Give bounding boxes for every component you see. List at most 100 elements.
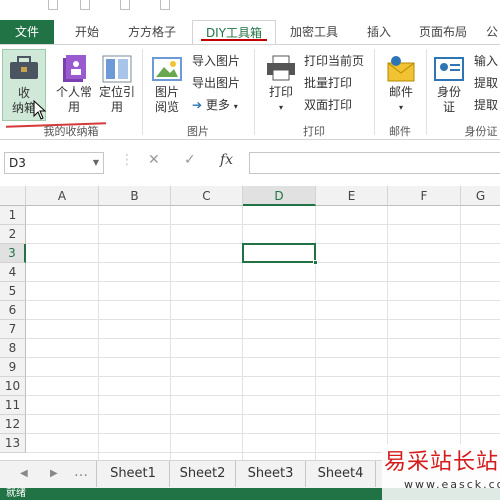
column-header[interactable]: C: [171, 186, 243, 206]
grid-line: [460, 206, 461, 460]
tab-formula[interactable]: 公: [484, 20, 500, 44]
locate-panel-icon: [102, 55, 132, 83]
row-header[interactable]: 2: [0, 225, 26, 244]
grid-line: [26, 414, 500, 415]
sheet-tab[interactable]: Sheet4: [306, 461, 376, 487]
chevron-down-icon: ▼: [92, 158, 99, 167]
scroll-left-icon[interactable]: ◀: [20, 468, 28, 479]
grid-line: [26, 376, 500, 377]
grid-line: [26, 224, 500, 225]
tab-diy-toolbox[interactable]: DIY工具箱: [192, 20, 276, 44]
select-all-corner[interactable]: [0, 186, 26, 206]
tab-file[interactable]: 文件: [0, 20, 54, 44]
personal-label-1: 个人常: [55, 85, 92, 99]
tab-fangfang[interactable]: 方方格子: [120, 20, 184, 44]
name-box-value: D3: [9, 156, 26, 170]
quick-access-toolbar: [0, 0, 500, 14]
tab-diy-label: DIY工具箱: [205, 26, 263, 40]
watermark: 易采站长站 www.easck.com: [382, 444, 500, 500]
row-header[interactable]: 6: [0, 301, 26, 320]
tab-page-layout[interactable]: 页面布局: [410, 20, 476, 44]
qat-button[interactable]: [48, 0, 58, 10]
qat-button[interactable]: [120, 0, 130, 10]
mail-button[interactable]: 邮件 ▾: [378, 49, 424, 121]
row-header[interactable]: 9: [0, 358, 26, 377]
mail-label: 邮件: [388, 85, 413, 99]
qat-button[interactable]: [160, 0, 170, 10]
column-header[interactable]: B: [99, 186, 171, 206]
cancel-icon[interactable]: ✕: [148, 152, 160, 168]
tab-home[interactable]: 开始: [62, 20, 112, 44]
extract-button-1[interactable]: 提取: [474, 73, 498, 93]
input-button[interactable]: 输入: [474, 51, 498, 71]
row-header[interactable]: 10: [0, 377, 26, 396]
personal-common-button[interactable]: 个人常 用: [52, 49, 96, 121]
mail-icon: [387, 56, 415, 82]
printer-icon: [267, 55, 295, 81]
formula-input[interactable]: [249, 152, 500, 174]
picture-label-1: 图片: [154, 85, 179, 99]
extract-button-2[interactable]: 提取: [474, 95, 498, 115]
row-header[interactable]: 13: [0, 434, 26, 453]
grid-line: [26, 433, 500, 434]
batch-print-button[interactable]: 批量打印: [304, 73, 352, 93]
group-label-print: 打印: [303, 125, 325, 138]
column-header[interactable]: F: [388, 186, 461, 206]
print-button[interactable]: 打印 ▾: [260, 49, 302, 121]
picture-browse-button[interactable]: 图片 阅览: [146, 49, 188, 121]
sheet-tab[interactable]: Sheet1: [96, 461, 170, 487]
row-header[interactable]: 5: [0, 282, 26, 301]
toolbox-icon: [10, 56, 38, 79]
tab-encrypt[interactable]: 加密工具: [282, 20, 346, 44]
tab-underline: [201, 39, 267, 41]
row-header[interactable]: 7: [0, 320, 26, 339]
group-label-picture: 图片: [187, 125, 209, 138]
scroll-right-icon[interactable]: ▶: [50, 468, 58, 479]
row-header[interactable]: 3: [0, 244, 26, 263]
active-cell[interactable]: [242, 243, 318, 265]
grid-line: [26, 357, 500, 358]
more-dots-icon[interactable]: …: [74, 464, 88, 480]
more-label: 更多: [205, 98, 230, 112]
group-label-idcard: 身份证: [464, 125, 498, 138]
idcard-button[interactable]: 身份 证: [430, 49, 468, 121]
confirm-icon[interactable]: ✓: [184, 152, 196, 168]
print-current-page-button[interactable]: 打印当前页: [304, 51, 364, 71]
watermark-url: www.easck.com: [404, 478, 500, 491]
sheet-tab[interactable]: Sheet2: [170, 461, 236, 487]
locate-reference-button[interactable]: 定位引 用: [96, 49, 138, 121]
group-separator: [426, 49, 427, 135]
column-header[interactable]: A: [26, 186, 99, 206]
name-box[interactable]: D3 ▼: [4, 152, 104, 174]
more-dots-icon: ⋮: [120, 152, 134, 168]
row-header[interactable]: 1: [0, 206, 26, 225]
sheet-tab[interactable]: Sheet3: [236, 461, 306, 487]
watermark-title: 易采站长站: [384, 450, 500, 475]
picture-label-2: 阅览: [154, 100, 179, 114]
row-header[interactable]: 12: [0, 415, 26, 434]
fill-handle[interactable]: [313, 260, 318, 265]
mouse-cursor-icon: [33, 100, 47, 120]
column-header[interactable]: G: [461, 186, 500, 206]
column-header[interactable]: E: [316, 186, 388, 206]
row-header[interactable]: 11: [0, 396, 26, 415]
duplex-print-button[interactable]: 双面打印: [304, 95, 352, 115]
more-button[interactable]: ➔ 更多 ▾: [192, 95, 238, 115]
row-header[interactable]: 4: [0, 263, 26, 282]
grid-line: [26, 281, 500, 282]
grid-line: [26, 395, 500, 396]
row-header[interactable]: 8: [0, 339, 26, 358]
spreadsheet-grid: ABCDEFG 1 2 3 4 5 6 7 8 9 10 11 12 13: [0, 186, 500, 460]
chevron-down-icon: ▾: [398, 103, 403, 112]
grid-line: [26, 300, 500, 301]
idcard-icon: [434, 57, 464, 81]
tab-insert[interactable]: 插入: [356, 20, 402, 44]
column-header[interactable]: D: [243, 186, 316, 206]
picture-icon: [152, 57, 182, 81]
fx-icon[interactable]: fx: [220, 152, 233, 168]
locate-label-2: 用: [110, 100, 123, 114]
import-picture-button[interactable]: 导入图片: [192, 51, 240, 71]
qat-button[interactable]: [80, 0, 90, 10]
export-picture-button[interactable]: 导出图片: [192, 73, 240, 93]
collect-label-1: 收: [17, 86, 30, 100]
